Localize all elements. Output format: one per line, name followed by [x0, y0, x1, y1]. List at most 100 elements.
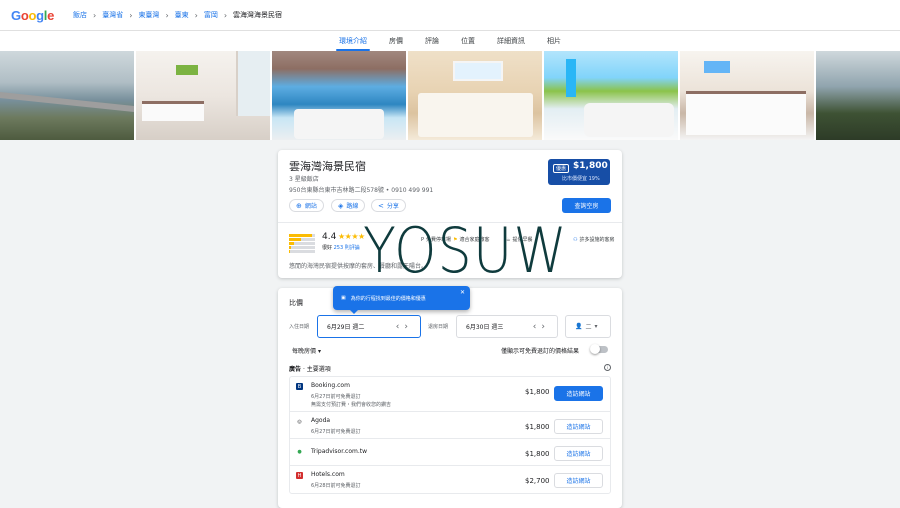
provider-price: $1,800 — [525, 388, 550, 396]
free-cancel-label: 僅顯示可免費退訂的價格結果 — [501, 348, 580, 355]
provider-row[interactable]: ● Tripadvisor.com.tw $1,800 造訪網站 — [290, 439, 610, 466]
photo-gallery — [0, 51, 900, 140]
tab-location[interactable]: 位置 — [450, 31, 486, 51]
bed-shape — [686, 91, 806, 135]
price-badge[interactable]: 優惠 $1,800 比市價便宜 19% — [548, 159, 610, 185]
breadcrumb-hotels[interactable]: 飯店 — [73, 10, 87, 20]
breadcrumb-taitung[interactable]: 臺東 — [175, 10, 189, 20]
top-bar: Google 飯店 › 臺灣省 › 東臺灣 › 臺東 › 富岡 › 雲海灣海景民… — [0, 0, 900, 31]
provider-row[interactable]: ◎ Agoda 6月27日前可免費退訂 $1,800 造訪網站 — [290, 412, 610, 439]
globe-icon: ⊕ — [296, 201, 302, 210]
calendar-icon: ▣ — [341, 295, 346, 301]
tab-overview[interactable]: 環境介紹 — [328, 31, 378, 51]
website-button[interactable]: ⊕ 網站 — [289, 199, 324, 212]
provider-name: Booking.com — [311, 382, 350, 389]
breadcrumb-fugang[interactable]: 富岡 — [204, 10, 218, 20]
price-value: $1,800 — [573, 161, 608, 171]
ads-label: 廣告 — [289, 366, 302, 373]
feature-rooms: ⚇ 許多設施的客房 — [573, 236, 615, 244]
provider-note-secondary: 無需支付預訂費・我們會收您的鑽吉 — [311, 402, 392, 408]
guests-selector[interactable]: 👤 二 ▾ — [565, 315, 611, 338]
logo-letter: o — [28, 7, 37, 23]
breadcrumb: 飯店 › 臺灣省 › 東臺灣 › 臺東 › 富岡 › 雲海灣海景民宿 — [73, 10, 282, 20]
price-note: 比市價便宜 19% — [562, 176, 600, 182]
share-icon: < — [378, 201, 384, 210]
check-availability-button[interactable]: 查詢空房 — [562, 198, 611, 213]
bathtub-shape — [294, 109, 384, 139]
provider-list: B Booking.com 6月27日前可免費退訂 無需支付預訂費・我們會收您的… — [289, 376, 611, 494]
bathtub-shape — [584, 103, 674, 137]
photo-twin-room[interactable] — [680, 51, 814, 140]
checkin-date-field[interactable]: 6月29日 週二 ‹› — [317, 315, 421, 338]
visit-site-button[interactable]: 造訪網站 — [554, 446, 603, 461]
booking-logo-icon: B — [296, 383, 303, 390]
price-compare-card: 比價 ▣ 為你的行程找到最佳的價格和優惠 ✕ 入住日期 6月29日 週二 ‹› … — [278, 286, 622, 508]
photo-garden[interactable] — [816, 51, 900, 140]
provider-row[interactable]: B Booking.com 6月27日前可免費退訂 無需支付預訂費・我們會收您的… — [290, 377, 610, 412]
reviews-link[interactable]: 253 則評論 — [334, 245, 360, 251]
rating-bar — [289, 242, 315, 245]
rating-score: 4.4 — [322, 232, 337, 242]
logo-letter: g — [36, 7, 44, 23]
provider-name: Tripadvisor.com.tw — [311, 448, 368, 455]
guests-value: 二 — [585, 324, 592, 331]
hotel-address: 950台東縣台東市吉林路二段578號 • 0910 499 991 — [289, 187, 434, 194]
main-options-label: · 主要選項 — [302, 366, 331, 373]
rating-bar — [289, 238, 315, 241]
visit-site-button[interactable]: 造訪網站 — [554, 419, 603, 434]
google-logo[interactable]: Google — [11, 8, 54, 23]
checkout-label: 退房日期 — [428, 324, 449, 330]
provider-row[interactable]: H Hotels.com 6月28日前可免費退訂 $2,700 造訪網站 — [290, 466, 610, 493]
nightly-label: 每晚房價 — [292, 348, 317, 355]
breadcrumb-east-taiwan[interactable]: 東臺灣 — [138, 10, 159, 20]
watermark: YOSUW — [363, 214, 568, 287]
tab-prices[interactable]: 房價 — [378, 31, 414, 51]
visit-site-button[interactable]: 造訪網站 — [554, 473, 603, 488]
tab-photos[interactable]: 相片 — [536, 31, 572, 51]
checkout-date-field[interactable]: 6月30日 週三 ‹› — [456, 315, 558, 338]
logo-letter: e — [47, 7, 55, 23]
rating-bar — [289, 234, 315, 237]
tooltip-text: 為你的行程找到最佳的價格和優惠 — [350, 295, 426, 302]
directions-button[interactable]: ◈ 路線 — [331, 199, 366, 212]
website-label: 網站 — [304, 203, 317, 210]
tab-details[interactable]: 詳細資訊 — [486, 31, 536, 51]
painting-shape — [704, 61, 730, 73]
directions-icon: ◈ — [338, 201, 344, 210]
share-label: 分享 — [386, 203, 399, 210]
chevron-right-icon: › — [165, 10, 169, 20]
photo-bathroom[interactable] — [408, 51, 542, 140]
info-icon[interactable]: i — [604, 364, 611, 371]
checkin-label: 入住日期 — [289, 324, 310, 330]
date-nav-arrows[interactable]: ‹› — [396, 322, 413, 332]
photo-bath-view[interactable] — [544, 51, 678, 140]
price-compare-title: 比價 — [289, 299, 303, 307]
rating-histogram — [289, 234, 315, 254]
feature-label: 許多設施的客房 — [579, 237, 615, 243]
provider-name: Hotels.com — [311, 471, 345, 478]
deal-tag: 優惠 — [553, 164, 570, 173]
rating-summary: 很好 253 則評論 — [322, 244, 360, 251]
tab-reviews[interactable]: 評論 — [414, 31, 450, 51]
breadcrumb-taiwan[interactable]: 臺灣省 — [102, 10, 123, 20]
person-icon: 👤 — [575, 323, 583, 330]
nightly-price-dropdown[interactable]: 每晚房價 ▾ — [292, 346, 321, 355]
tripadvisor-logo-icon: ● — [297, 448, 302, 455]
checkin-value: 6月29日 週二 — [327, 324, 365, 331]
chevron-down-icon: ▾ — [317, 348, 321, 355]
photo-bedroom[interactable] — [136, 51, 270, 140]
free-cancel-toggle[interactable] — [590, 344, 608, 354]
share-button[interactable]: < 分享 — [371, 199, 406, 212]
photo-bathtub-sea[interactable] — [272, 51, 406, 140]
directions-label: 路線 — [346, 203, 359, 210]
logo-letter: G — [11, 7, 21, 23]
painting-shape — [176, 65, 198, 75]
provider-price: $1,800 — [525, 450, 550, 458]
photo-coastline[interactable] — [0, 51, 134, 140]
visit-site-button[interactable]: 造訪網站 — [554, 386, 603, 401]
date-nav-arrows[interactable]: ‹› — [533, 322, 550, 332]
close-icon[interactable]: ✕ — [460, 289, 465, 296]
star-icon: ★★★★ — [338, 232, 365, 241]
hotels-logo-icon: H — [296, 472, 303, 479]
rating-bar — [289, 250, 315, 253]
